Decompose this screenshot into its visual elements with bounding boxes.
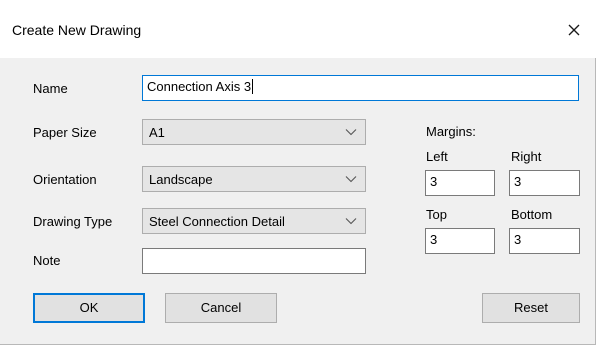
note-label: Note bbox=[33, 253, 61, 268]
ok-button[interactable]: OK bbox=[33, 293, 145, 323]
margin-left-input[interactable]: 3 bbox=[425, 170, 495, 196]
chevron-down-icon bbox=[345, 128, 357, 136]
orientation-label: Orientation bbox=[33, 172, 97, 187]
create-new-drawing-dialog: Create New Drawing Name Connection Axis … bbox=[0, 0, 596, 345]
name-input-value: Connection Axis 3 bbox=[147, 79, 252, 94]
name-input[interactable]: Connection Axis 3 bbox=[142, 75, 579, 101]
close-button[interactable] bbox=[558, 14, 590, 46]
margin-bottom-label: Bottom bbox=[511, 207, 553, 222]
reset-button[interactable]: Reset bbox=[482, 293, 580, 323]
close-icon bbox=[568, 24, 580, 36]
text-caret bbox=[252, 79, 254, 94]
drawing-type-dropdown[interactable]: Steel Connection Detail bbox=[142, 208, 366, 234]
chevron-down-icon bbox=[345, 175, 357, 183]
name-label: Name bbox=[33, 81, 68, 96]
drawing-type-value: Steel Connection Detail bbox=[149, 214, 285, 229]
orientation-value: Landscape bbox=[149, 172, 213, 187]
margin-bottom-input[interactable]: 3 bbox=[509, 228, 580, 254]
chevron-down-icon bbox=[345, 217, 357, 225]
paper-size-value: A1 bbox=[149, 125, 165, 140]
margins-heading: Margins: bbox=[426, 124, 476, 139]
paper-size-label: Paper Size bbox=[33, 125, 97, 140]
drawing-type-label: Drawing Type bbox=[33, 214, 113, 229]
margin-right-input[interactable]: 3 bbox=[509, 170, 580, 196]
dialog-titlebar: Create New Drawing bbox=[0, 0, 596, 58]
margin-right-label: Right bbox=[511, 149, 542, 164]
dialog-title: Create New Drawing bbox=[12, 22, 142, 38]
cancel-button[interactable]: Cancel bbox=[165, 293, 277, 323]
margin-left-label: Left bbox=[426, 149, 448, 164]
paper-size-dropdown[interactable]: A1 bbox=[142, 119, 366, 145]
margin-top-label: Top bbox=[426, 207, 447, 222]
note-input[interactable] bbox=[142, 248, 366, 274]
orientation-dropdown[interactable]: Landscape bbox=[142, 166, 366, 192]
margin-top-input[interactable]: 3 bbox=[425, 228, 495, 254]
